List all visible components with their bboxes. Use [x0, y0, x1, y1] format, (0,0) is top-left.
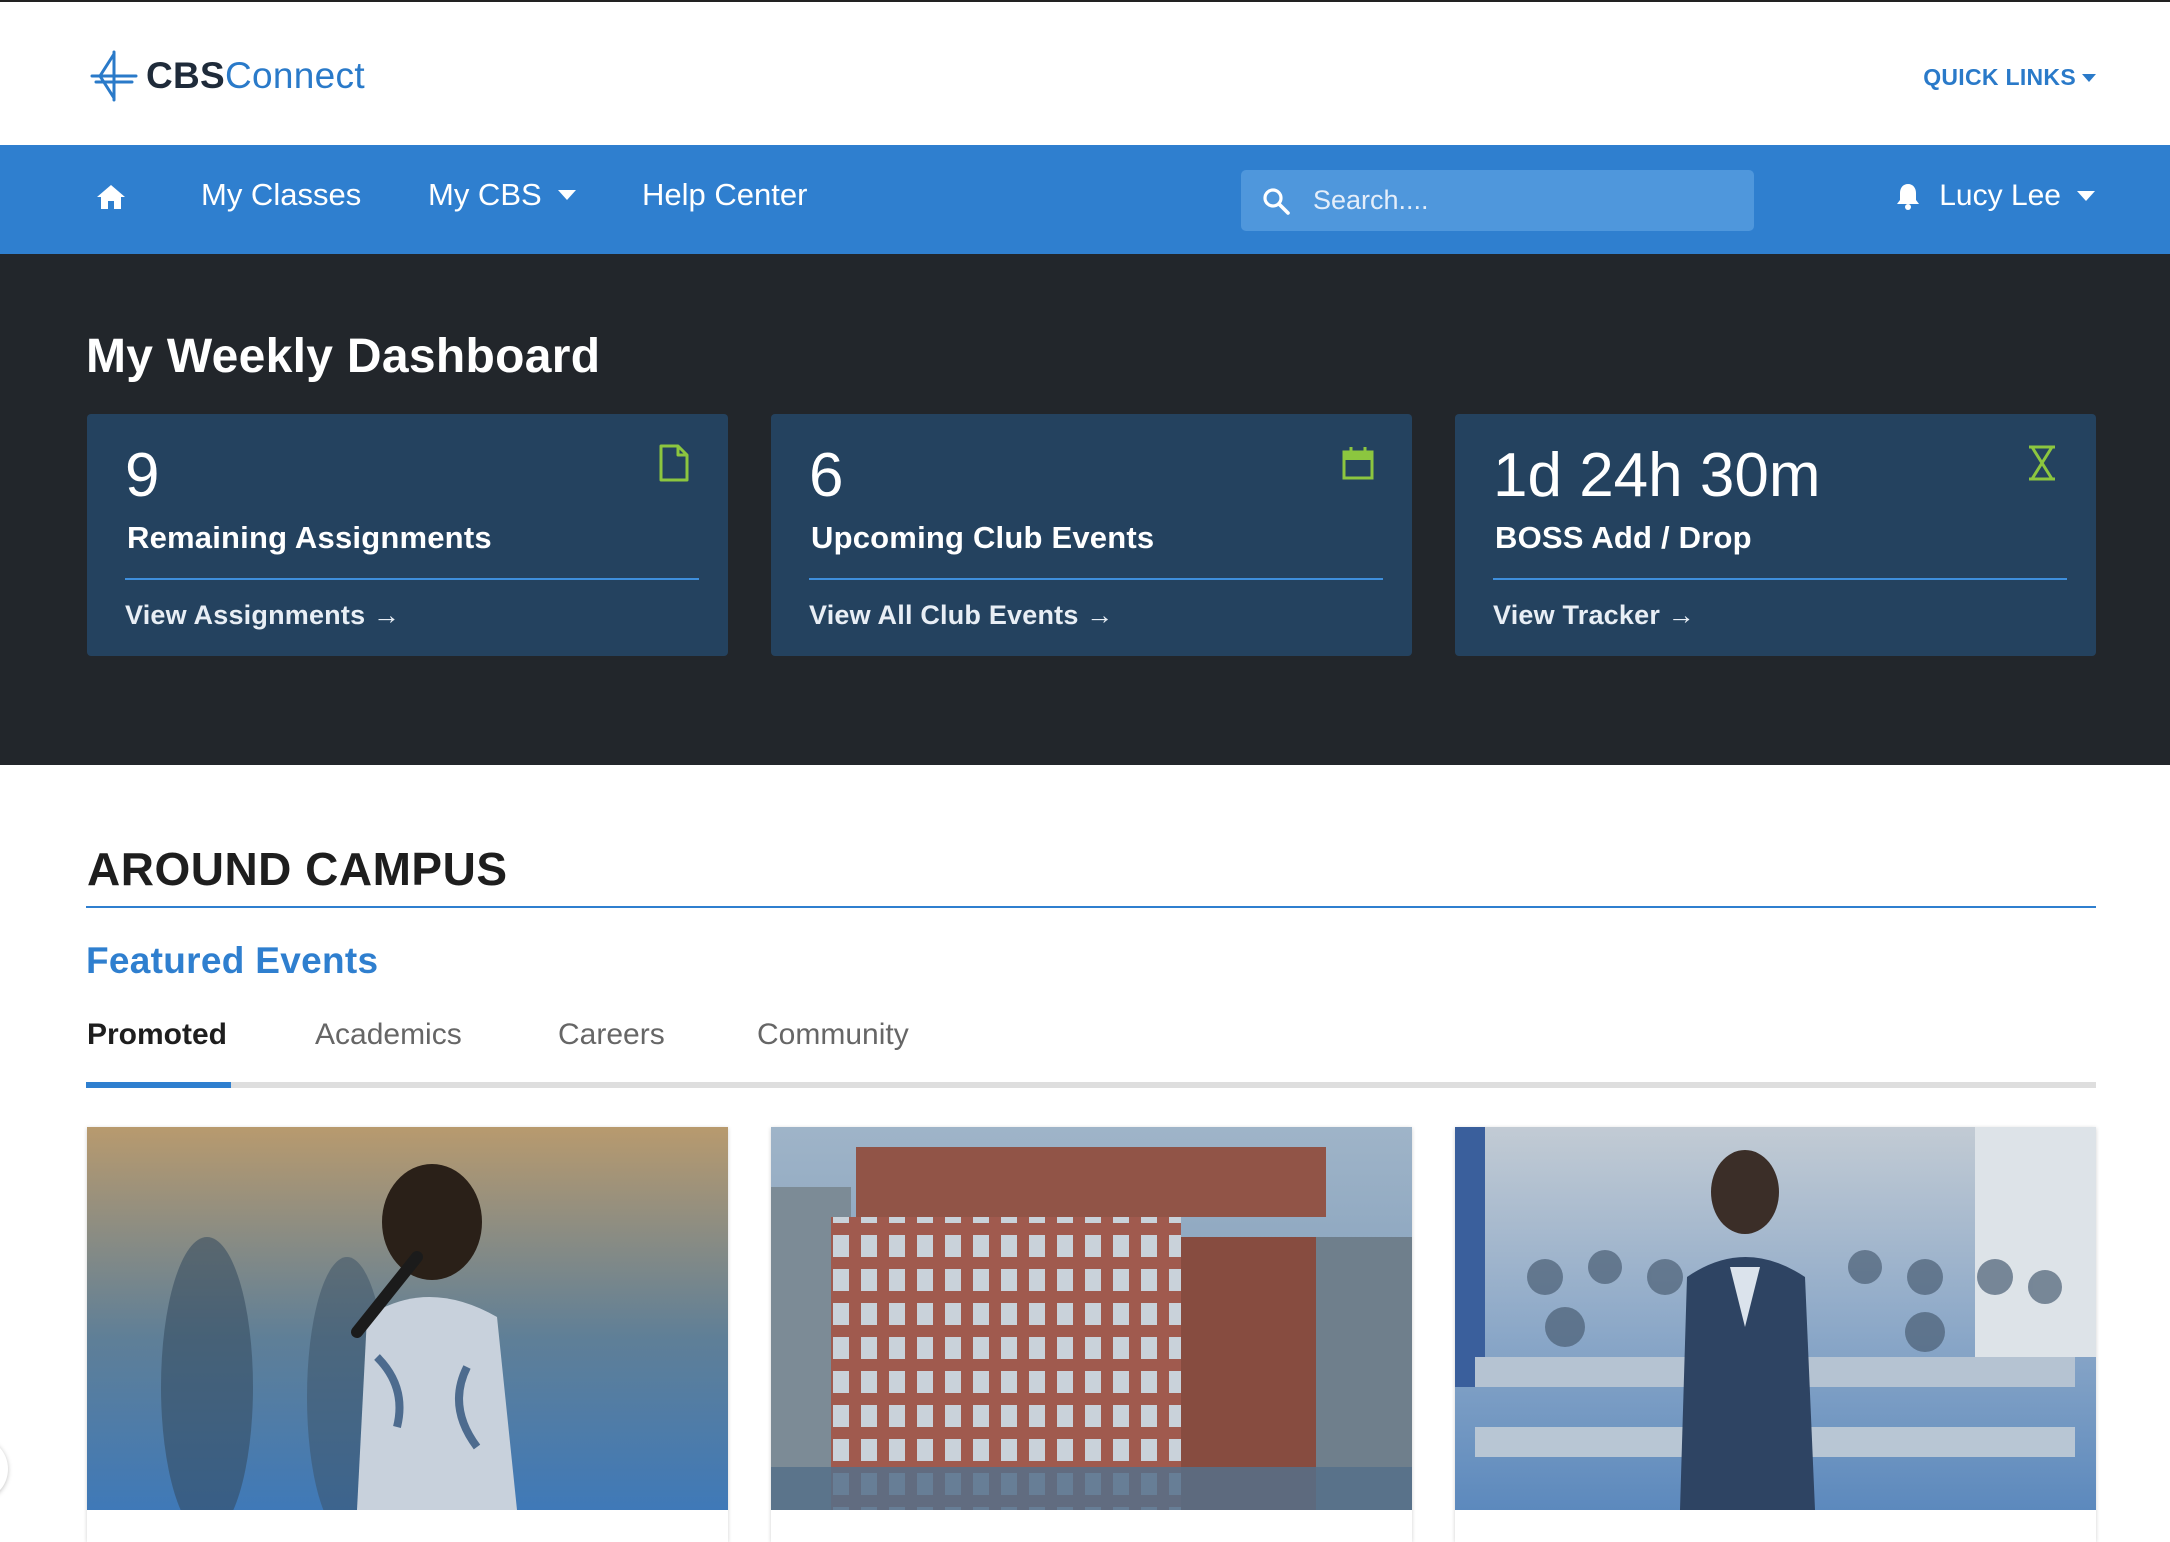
tab-promoted[interactable]: Promoted	[87, 1018, 227, 1052]
quick-links-label: QUICK LINKS	[1923, 64, 2076, 90]
logo-text-light: Connect	[225, 55, 365, 96]
active-tab-indicator	[86, 1082, 231, 1088]
card-divider	[125, 578, 699, 580]
tab-community[interactable]: Community	[757, 1018, 909, 1052]
featured-events-title: Featured Events	[86, 940, 379, 981]
cbs-logo-mark-icon	[90, 50, 138, 102]
hourglass-icon	[2029, 445, 2055, 481]
search-icon[interactable]	[1261, 186, 1291, 216]
view-club-events-link[interactable]: View All Club Events →	[809, 600, 1113, 631]
card-divider	[1493, 578, 2067, 580]
tab-careers[interactable]: Careers	[558, 1018, 665, 1052]
assignments-label: Remaining Assignments	[127, 520, 492, 555]
user-menu[interactable]: Lucy Lee	[1893, 179, 2095, 213]
assignments-card: 9 Remaining Assignments View Assignments…	[87, 414, 728, 656]
card-divider	[809, 578, 1383, 580]
user-name: Lucy Lee	[1939, 179, 2061, 212]
club-events-count: 6	[809, 441, 844, 510]
tab-academics[interactable]: Academics	[315, 1018, 462, 1052]
assignments-count: 9	[125, 441, 160, 510]
chevron-down-icon	[557, 190, 576, 200]
tabs-rail	[86, 1082, 2096, 1088]
document-icon	[659, 444, 689, 482]
event-card[interactable]	[87, 1127, 728, 1542]
nav-my-classes-label: My Classes	[201, 177, 362, 212]
nav-help-center-label: Help Center	[642, 177, 808, 212]
view-assignments-link[interactable]: View Assignments →	[125, 600, 400, 631]
club-events-card: 6 Upcoming Club Events View All Club Eve…	[771, 414, 1412, 656]
featured-events-tabs: Promoted Academics Careers Community	[86, 1010, 2096, 1088]
chevron-down-icon	[2077, 191, 2095, 201]
weekly-dashboard: My Weekly Dashboard 9 Remaining Assignme…	[0, 254, 2170, 765]
home-icon[interactable]	[95, 181, 127, 213]
nav-help-center[interactable]: Help Center	[642, 177, 807, 213]
quick-links-dropdown[interactable]: QUICK LINKS	[1923, 64, 2096, 91]
campus-building-photo	[771, 1127, 1412, 1510]
caret-down-icon	[2082, 73, 2096, 82]
speaker-with-microphone-photo	[87, 1127, 728, 1510]
event-card[interactable]	[771, 1127, 1412, 1542]
nav-my-cbs[interactable]: My CBS	[428, 177, 576, 213]
logo-text: CBSConnect	[146, 55, 365, 97]
logo-text-bold: CBS	[146, 55, 226, 96]
section-divider	[86, 906, 2096, 908]
nav-my-classes[interactable]: My Classes	[201, 177, 361, 213]
cbs-connect-logo[interactable]: CBSConnect	[86, 48, 365, 104]
top-header: CBSConnect QUICK LINKS	[0, 0, 2170, 145]
lecture-hall-photo	[1455, 1127, 2096, 1510]
nav-my-cbs-label: My CBS	[428, 177, 542, 212]
club-events-label: Upcoming Club Events	[811, 520, 1155, 555]
boss-add-drop-card: 1d 24h 30m BOSS Add / Drop View Tracker …	[1455, 414, 2096, 656]
around-campus-title: AROUND CAMPUS	[87, 843, 508, 895]
event-card[interactable]	[1455, 1127, 2096, 1542]
view-tracker-link[interactable]: View Tracker →	[1493, 600, 1695, 631]
boss-countdown: 1d 24h 30m	[1493, 441, 1821, 510]
boss-label: BOSS Add / Drop	[1495, 520, 1752, 555]
dashboard-title: My Weekly Dashboard	[86, 330, 601, 383]
search-box	[1241, 170, 1754, 231]
main-nav: My Classes My CBS Help Center Lucy Lee	[0, 145, 2170, 254]
side-drawer-handle[interactable]	[0, 1437, 8, 1501]
bell-icon[interactable]	[1893, 181, 1923, 211]
search-input[interactable]	[1311, 184, 1731, 217]
calendar-icon	[1342, 447, 1374, 480]
